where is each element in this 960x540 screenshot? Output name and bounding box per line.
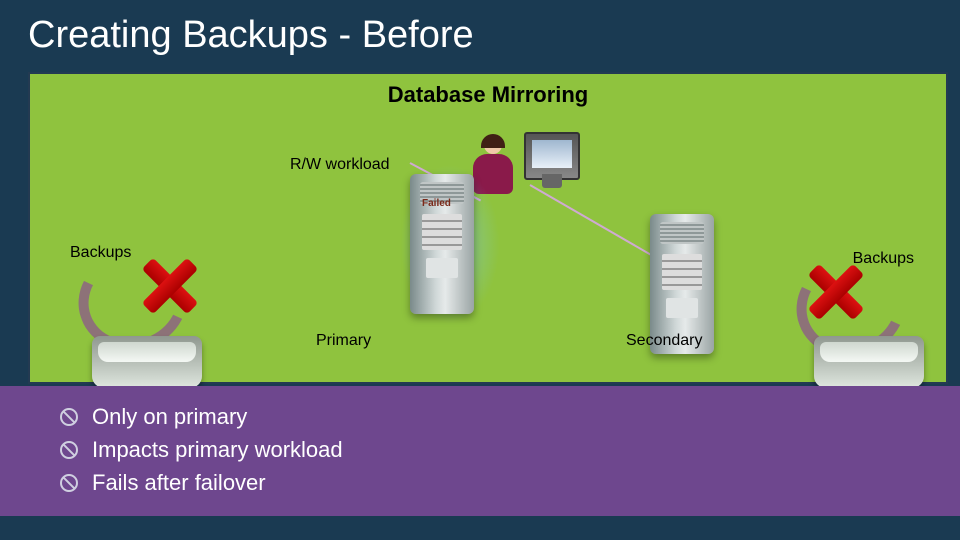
title-accent-bar (0, 0, 14, 66)
slide: Creating Backups - Before Database Mirro… (0, 0, 960, 540)
secondary-label: Secondary (626, 332, 703, 350)
bullet-item: Impacts primary workload (60, 433, 920, 466)
bullet-text: Impacts primary workload (92, 433, 343, 466)
bullet-text: Fails after failover (92, 466, 266, 499)
primary-server-icon: Failed (410, 174, 494, 324)
rw-workload-label: R/W workload (290, 156, 390, 174)
disk-drive-icon (814, 336, 924, 388)
primary-label: Primary (316, 332, 371, 350)
bullet-item: Fails after failover (60, 466, 920, 499)
diagram-panel: Database Mirroring R/W workload Failed (28, 72, 948, 384)
prohibit-icon (60, 408, 78, 426)
monitor-stand-icon (542, 174, 562, 188)
red-x-icon (140, 256, 200, 316)
red-x-icon (806, 262, 866, 322)
disk-drive-icon (92, 336, 202, 388)
failed-badge: Failed (422, 198, 451, 209)
server-tower-icon (410, 174, 474, 314)
bullet-item: Only on primary (60, 400, 920, 433)
prohibit-icon (60, 441, 78, 459)
diagram-heading: Database Mirroring (388, 82, 589, 108)
slide-title: Creating Backups - Before (28, 14, 474, 57)
monitor-icon (524, 132, 580, 180)
prohibit-icon (60, 474, 78, 492)
footer-panel: Only on primary Impacts primary workload… (0, 386, 960, 516)
bullet-text: Only on primary (92, 400, 247, 433)
